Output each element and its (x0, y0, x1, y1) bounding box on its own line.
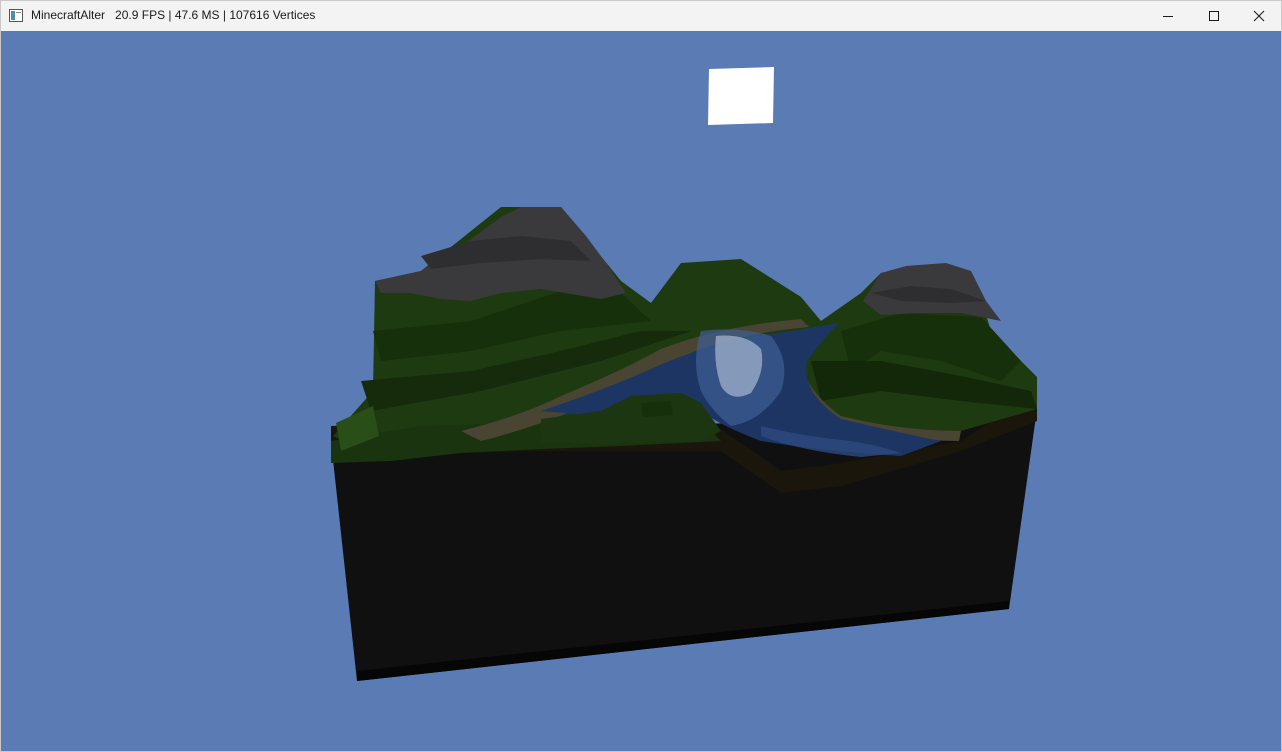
render-viewport[interactable] (1, 31, 1281, 751)
maximize-icon (1209, 11, 1219, 21)
render-stats: 20.9 FPS | 47.6 MS | 107616 Vertices (115, 8, 316, 22)
minimize-button[interactable] (1145, 1, 1191, 31)
maximize-button[interactable] (1191, 1, 1237, 31)
voxel-scene (1, 31, 1281, 751)
app-window: MinecraftAlter 20.9 FPS | 47.6 MS | 1076… (0, 0, 1282, 752)
app-icon (9, 9, 23, 22)
title-bar[interactable]: MinecraftAlter 20.9 FPS | 47.6 MS | 1076… (1, 1, 1281, 31)
close-icon (1253, 10, 1265, 22)
app-name: MinecraftAlter (31, 8, 106, 22)
close-button[interactable] (1236, 1, 1282, 31)
window-title: MinecraftAlter 20.9 FPS | 47.6 MS | 1076… (31, 8, 315, 22)
minimize-icon (1163, 16, 1173, 17)
sun (708, 67, 774, 125)
